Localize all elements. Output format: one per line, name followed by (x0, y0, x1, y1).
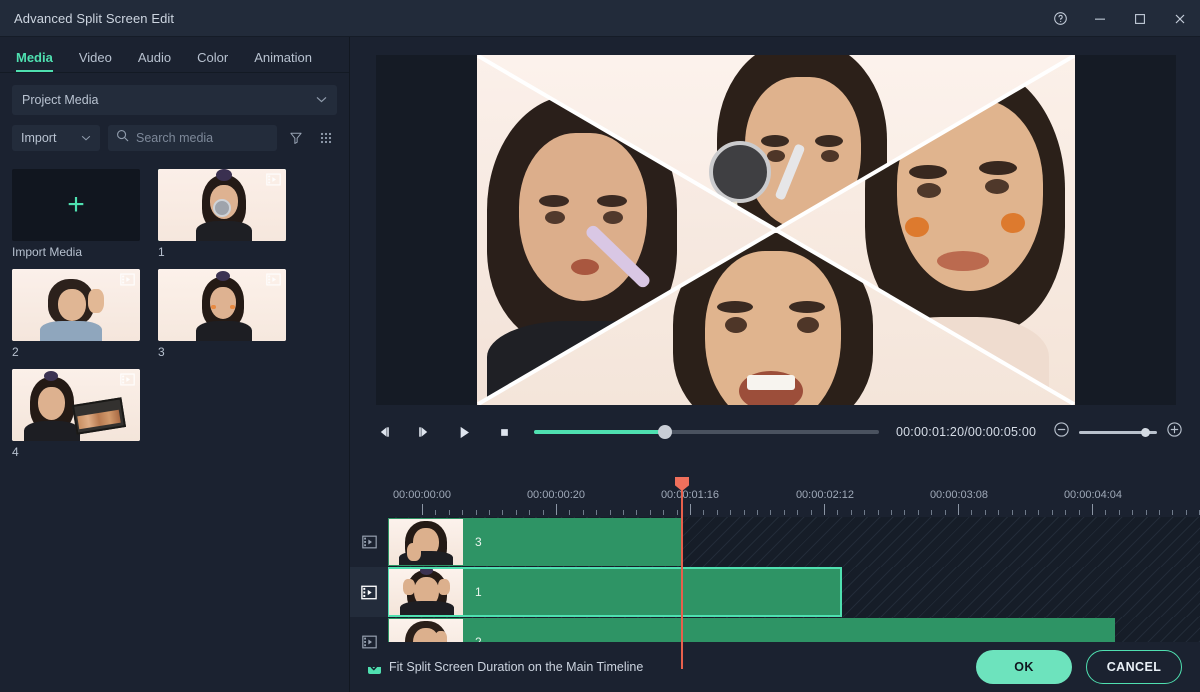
search-input[interactable] (136, 131, 269, 145)
tab-color[interactable]: Color (197, 50, 242, 72)
import-media-tile[interactable]: + Import Media (12, 169, 140, 259)
fit-duration-checkbox-row[interactable]: Fit Split Screen Duration on the Main Ti… (368, 660, 643, 674)
track-lane[interactable]: 1 (388, 567, 1200, 617)
zoom-in-icon[interactable] (1166, 421, 1183, 443)
editor-main: 00:00:01:20/00:00:05:00 00:00:00:00 00:0… (350, 37, 1200, 692)
film-strip-icon (361, 635, 377, 649)
timeline-track: 3 (350, 517, 1200, 567)
zoom-slider[interactable] (1079, 427, 1158, 437)
playhead[interactable] (675, 477, 689, 669)
import-button-label: Import (21, 131, 57, 145)
minimize-button[interactable] (1080, 0, 1120, 37)
tab-audio[interactable]: Audio (138, 50, 185, 72)
split-screen-canvas (477, 55, 1075, 405)
titlebar: Advanced Split Screen Edit (0, 0, 1200, 37)
track-head[interactable] (350, 617, 388, 667)
project-media-label: Project Media (22, 93, 99, 107)
sidebar-tabs: Media Video Audio Color Animation (0, 37, 349, 73)
timeline-zoom-control (1053, 421, 1183, 443)
film-strip-icon (361, 535, 377, 549)
filter-funnel-icon[interactable] (285, 127, 307, 149)
timeline-clip[interactable]: 1 (388, 567, 842, 617)
ruler-label: 00:00:00:20 (526, 489, 586, 501)
media-item-label: 3 (158, 345, 165, 359)
clip-label: 1 (475, 585, 482, 599)
track-head[interactable] (350, 517, 388, 567)
dialog-buttons: OK CANCEL (976, 650, 1182, 684)
media-item-3[interactable]: 3 (158, 269, 286, 359)
media-thumbnail[interactable] (158, 169, 286, 241)
scrubber-fill (534, 430, 666, 434)
window-controls (1040, 0, 1200, 37)
preview-player[interactable] (376, 55, 1176, 405)
ok-button[interactable]: OK (976, 650, 1072, 684)
import-media-dropzone[interactable]: + (12, 169, 140, 241)
close-button[interactable] (1160, 0, 1200, 37)
window-title: Advanced Split Screen Edit (14, 10, 175, 26)
media-item-label: 4 (12, 445, 19, 459)
clip-thumbnail (389, 569, 463, 615)
media-thumbnail[interactable] (12, 269, 140, 341)
clip-label: 3 (475, 535, 482, 549)
media-thumbnail[interactable] (12, 369, 140, 441)
play-button[interactable] (444, 414, 484, 450)
timeline-ruler[interactable]: 00:00:00:00 00:00:00:20 00:00:01:16 00:0… (388, 487, 1200, 517)
time-display: 00:00:01:20/00:00:05:00 (896, 425, 1037, 439)
media-sidebar: Media Video Audio Color Animation Projec… (0, 37, 350, 692)
media-item-1[interactable]: 1 (158, 169, 286, 259)
film-strip-icon (266, 273, 281, 286)
zoom-slider-handle[interactable] (1141, 427, 1151, 437)
fit-duration-label: Fit Split Screen Duration on the Main Ti… (389, 660, 644, 674)
film-strip-icon (120, 373, 135, 386)
next-frame-button[interactable] (404, 414, 444, 450)
track-lane[interactable]: 3 (388, 517, 1200, 567)
ruler-label: 00:00:00:00 (392, 489, 452, 501)
playback-scrubber[interactable] (534, 425, 879, 439)
film-strip-icon (266, 173, 281, 186)
tab-animation[interactable]: Animation (254, 50, 326, 72)
ruler-label: 00:00:03:08 (929, 489, 989, 501)
chevron-down-icon (81, 133, 91, 144)
plus-icon: + (67, 188, 85, 221)
project-media-dropdown[interactable]: Project Media (12, 85, 337, 115)
media-item-label: 1 (158, 245, 165, 259)
tab-video[interactable]: Video (79, 50, 126, 72)
clip-thumbnail (389, 519, 463, 565)
zoom-out-icon[interactable] (1053, 421, 1070, 443)
media-item-2[interactable]: 2 (12, 269, 140, 359)
import-dropdown-button[interactable]: Import (12, 125, 100, 151)
ruler-label: 00:00:02:12 (795, 489, 855, 501)
maximize-button[interactable] (1120, 0, 1160, 37)
scrubber-handle[interactable] (658, 425, 673, 439)
timeline-track: 1 (350, 567, 1200, 617)
dialog-footer: Fit Split Screen Duration on the Main Ti… (350, 642, 1200, 692)
search-media-box[interactable] (108, 125, 277, 151)
grid-view-icon[interactable] (315, 127, 337, 149)
ruler-ticks (388, 503, 1200, 515)
media-toolbar: Import (12, 125, 337, 151)
previous-frame-button[interactable] (364, 414, 404, 450)
advanced-split-screen-edit-window: Advanced Split Screen Edit Media Video A… (0, 0, 1200, 692)
media-item-4[interactable]: 4 (12, 369, 140, 459)
ruler-label: 00:00:01:16 (660, 489, 720, 501)
timeline-clip[interactable]: 3 (388, 518, 682, 566)
media-grid: + Import Media 1 2 3 4 (0, 169, 349, 459)
stop-button[interactable] (484, 414, 524, 450)
import-media-label: Import Media (12, 245, 83, 259)
ruler-label: 00:00:04:04 (1063, 489, 1123, 501)
help-button[interactable] (1040, 0, 1080, 37)
film-strip-icon (120, 273, 135, 286)
search-icon (116, 129, 129, 147)
media-item-label: 2 (12, 345, 19, 359)
playback-controls: 00:00:01:20/00:00:05:00 (364, 414, 1200, 450)
tab-media[interactable]: Media (16, 50, 67, 72)
chevron-down-icon (316, 94, 327, 106)
media-thumbnail[interactable] (158, 269, 286, 341)
film-strip-icon (361, 585, 377, 599)
cancel-button[interactable]: CANCEL (1086, 650, 1182, 684)
track-head[interactable] (350, 567, 388, 617)
